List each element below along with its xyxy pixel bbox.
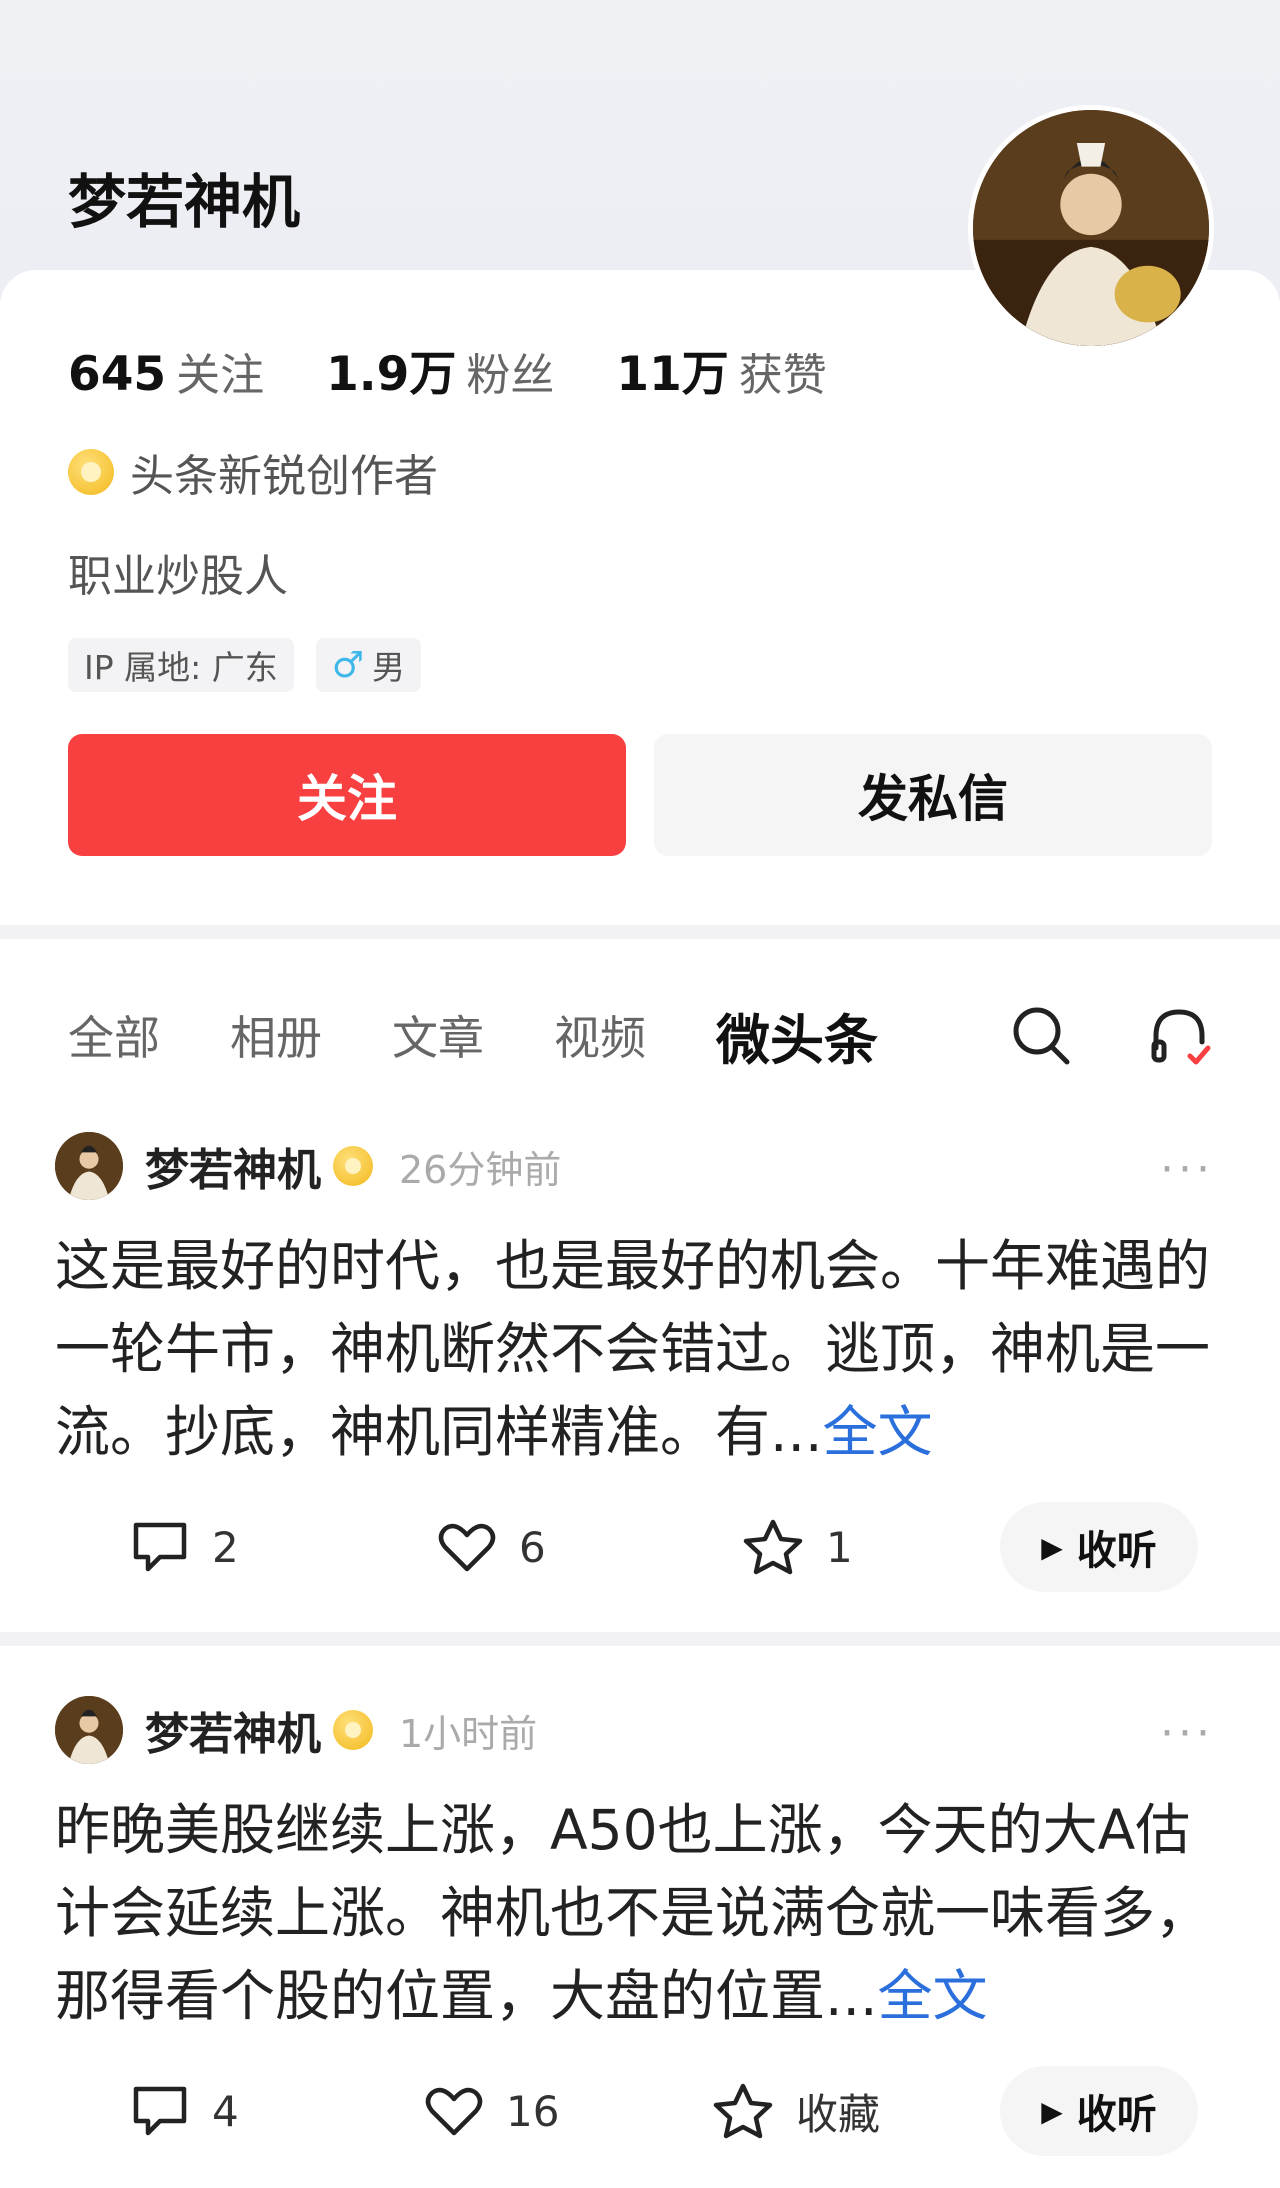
creator-badge-icon	[68, 449, 114, 495]
like-count: 6	[519, 1522, 546, 1572]
creator-label: 头条新锐创作者	[130, 451, 438, 502]
comment-count: 4	[212, 2086, 239, 2136]
post-author-avatar[interactable]	[55, 1132, 123, 1200]
post-text[interactable]: 昨晚美股继续上涨，A50也上涨，今天的大A估计会延续上涨。神机也不是说满仓就一味…	[55, 1789, 1225, 2038]
tab-all[interactable]: 全部	[68, 1002, 160, 1068]
listen-button[interactable]: ▶ 收听	[1000, 2066, 1198, 2156]
post-item[interactable]: 梦若神机 26分钟前 ··· 这是最好的时代，也是最好的机会。十年难遇的一轮牛市…	[0, 1130, 1280, 1600]
comment-icon	[133, 1522, 187, 1572]
more-options-icon[interactable]: ···	[1160, 1708, 1214, 1759]
listen-label: 收听	[1076, 1528, 1157, 1574]
post-actions: 4 16 收藏 ▶ 收听	[0, 2066, 1280, 2156]
post-author-name[interactable]: 梦若神机	[145, 1134, 321, 1198]
listen-button[interactable]: ▶ 收听	[1000, 1502, 1198, 1592]
avatar[interactable]	[968, 105, 1214, 351]
profile-stats: 645 关注 1.9万 粉丝 11万 获赞	[68, 335, 889, 404]
favorite-count: 1	[826, 1522, 853, 1572]
like-button[interactable]: 16	[424, 2066, 559, 2156]
comment-icon	[133, 2086, 187, 2136]
star-icon	[743, 1519, 803, 1575]
stat-following[interactable]: 645 关注	[68, 339, 264, 403]
heart-icon	[425, 2087, 483, 2136]
post-text[interactable]: 这是最好的时代，也是最好的机会。十年难遇的一轮牛市，神机断然不会错过。逃顶，神机…	[55, 1225, 1225, 1474]
section-divider	[0, 925, 1280, 939]
read-full-link[interactable]: 全文	[822, 1400, 932, 1464]
gender-text: 男	[372, 648, 406, 687]
favorite-button[interactable]: 收藏	[712, 2066, 880, 2156]
heart-icon	[438, 1523, 496, 1572]
stat-following-label: 关注	[176, 350, 265, 401]
stat-likes[interactable]: 11万 获赞	[616, 335, 826, 404]
listen-label: 收听	[1076, 2092, 1157, 2138]
tab-videos[interactable]: 视频	[554, 1002, 646, 1068]
profile-bio: 职业炒股人	[68, 551, 288, 602]
tab-micro-posts[interactable]: 微头条	[716, 996, 878, 1075]
tab-albums[interactable]: 相册	[230, 1002, 322, 1068]
stat-followers-count: 1.9万	[326, 347, 457, 402]
stat-following-count: 645	[68, 347, 167, 402]
favorite-label: 收藏	[796, 2089, 881, 2139]
post-text-content: 昨晚美股继续上涨，A50也上涨，今天的大A估计会延续上涨。神机也不是说满仓就一味…	[55, 1798, 1211, 2028]
tab-articles[interactable]: 文章	[392, 1002, 484, 1068]
avatar-portrait-image	[973, 110, 1209, 346]
like-count: 16	[506, 2086, 560, 2136]
content-tabs: 全部 相册 文章 视频 微头条	[68, 1000, 948, 1072]
favorite-button[interactable]: 1	[742, 1502, 853, 1592]
post-time: 1小时前	[399, 1711, 538, 1756]
comment-button[interactable]: 4	[130, 2066, 239, 2156]
post-time: 26分钟前	[399, 1147, 562, 1192]
stat-followers-label: 粉丝	[466, 350, 555, 401]
ip-location-text: IP 属地: 广东	[84, 648, 278, 687]
post-item[interactable]: 梦若神机 1小时前 ··· 昨晚美股继续上涨，A50也上涨，今天的大A估计会延续…	[0, 1694, 1280, 2164]
play-icon: ▶	[1041, 2094, 1063, 2128]
play-icon: ▶	[1041, 1530, 1063, 1564]
post-header: 梦若神机 1小时前	[55, 1694, 537, 1766]
like-button[interactable]: 6	[437, 1502, 546, 1592]
headphones-icon[interactable]	[1146, 1002, 1212, 1068]
more-options-icon[interactable]: ···	[1160, 1144, 1214, 1195]
stat-followers[interactable]: 1.9万 粉丝	[326, 335, 554, 404]
message-button[interactable]: 发私信	[654, 734, 1212, 856]
profile-tags: IP 属地: 广东 ♂ 男	[68, 638, 443, 692]
comment-count: 2	[212, 1522, 239, 1572]
ip-location-tag: IP 属地: 广东	[68, 638, 294, 692]
post-text-content: 这是最好的时代，也是最好的机会。十年难遇的一轮牛市，神机断然不会错过。逃顶，神机…	[55, 1234, 1211, 1464]
comment-button[interactable]: 2	[130, 1502, 239, 1592]
gender-tag: ♂ 男	[315, 638, 422, 692]
stat-likes-count: 11万	[616, 347, 729, 402]
post-header: 梦若神机 26分钟前	[55, 1130, 561, 1202]
verified-badge-icon	[333, 1710, 373, 1750]
profile-name: 梦若神机	[68, 168, 301, 236]
verified-badge-icon	[333, 1146, 373, 1186]
creator-badge-row[interactable]: 头条新锐创作者	[68, 440, 438, 504]
follow-button[interactable]: 关注	[68, 734, 626, 856]
stat-likes-label: 获赞	[738, 350, 827, 401]
post-actions: 2 6 1 ▶ 收听	[0, 1502, 1280, 1592]
post-author-avatar[interactable]	[55, 1696, 123, 1764]
post-author-name[interactable]: 梦若神机	[145, 1698, 321, 1762]
read-full-link[interactable]: 全文	[877, 1964, 987, 2028]
male-icon: ♂	[331, 644, 365, 686]
search-icon[interactable]	[1010, 1002, 1072, 1068]
star-icon	[713, 2083, 773, 2139]
post-divider	[0, 1632, 1280, 1646]
